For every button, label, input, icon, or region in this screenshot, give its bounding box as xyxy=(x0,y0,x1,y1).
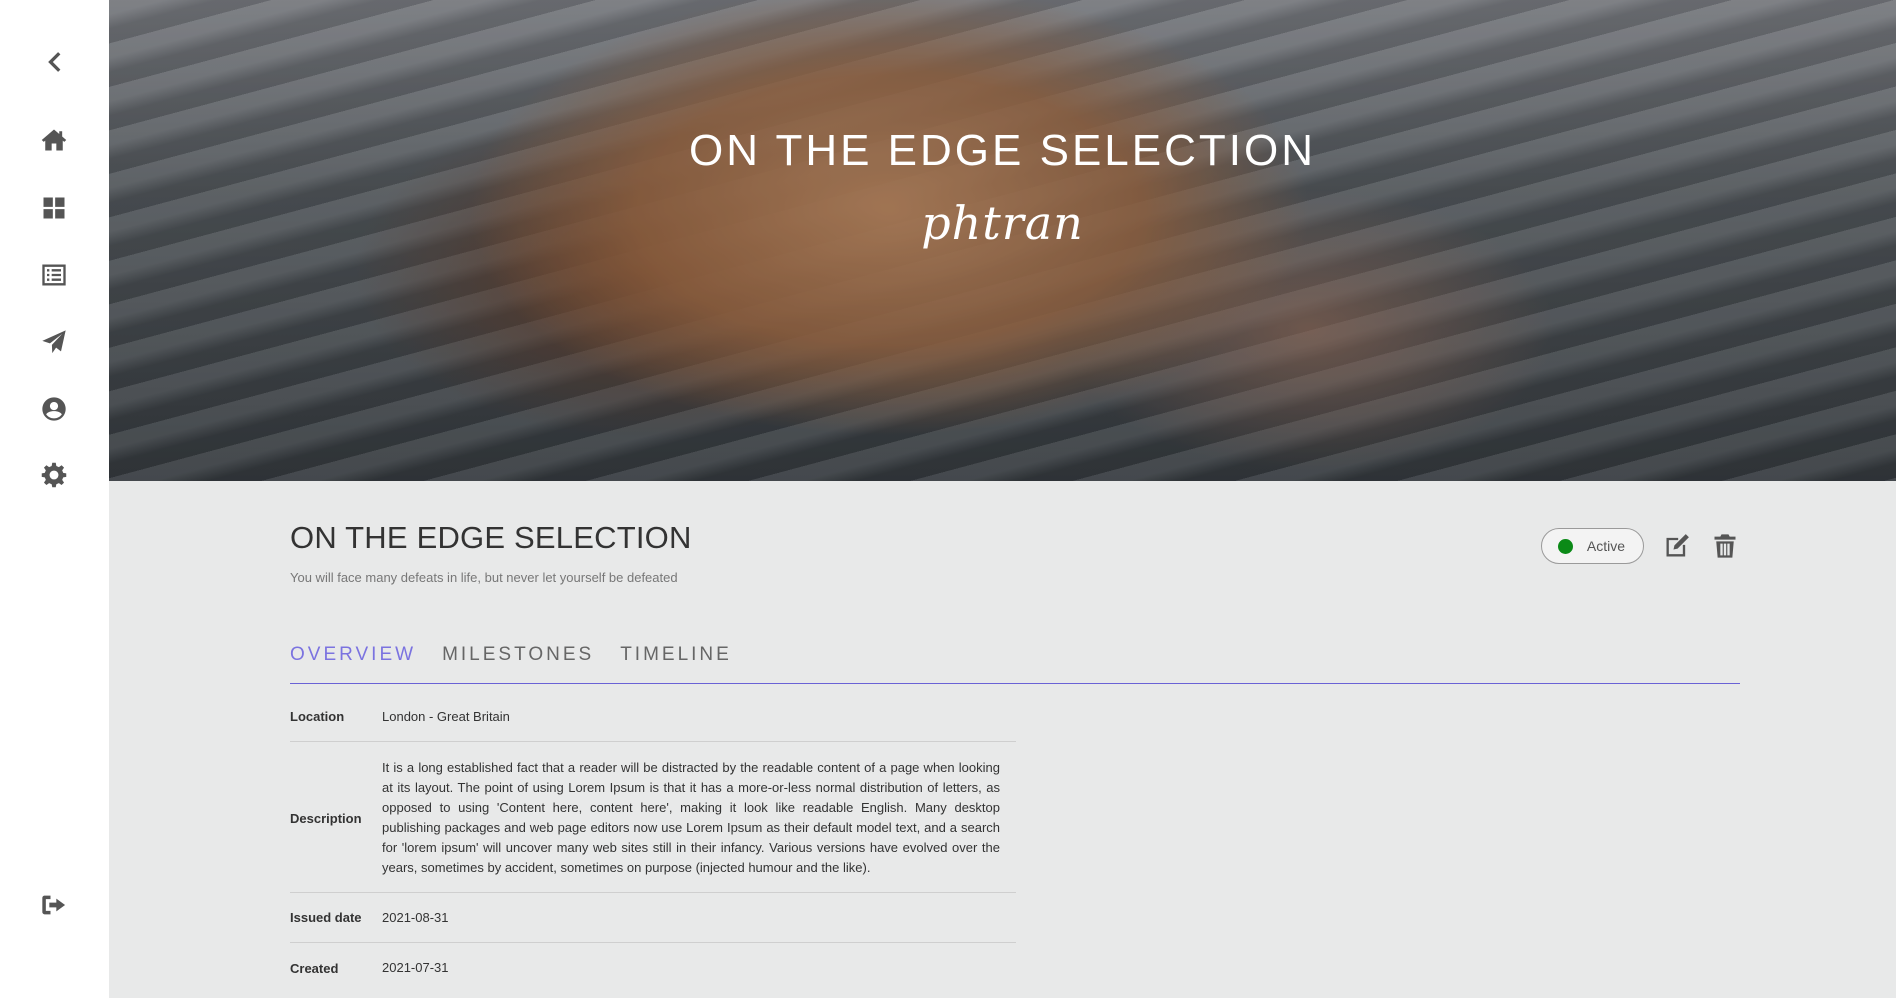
sidebar-item-list[interactable] xyxy=(34,255,74,295)
edit-icon xyxy=(1666,534,1689,557)
grid-icon xyxy=(43,197,65,219)
tab-overview[interactable]: OVERVIEW xyxy=(290,644,416,683)
gear-icon xyxy=(41,462,67,488)
sidebar-item-home[interactable] xyxy=(34,120,74,160)
hero-title: ON THE EDGE SELECTION xyxy=(689,126,1316,175)
status-label: Active xyxy=(1586,538,1625,554)
logout-button[interactable] xyxy=(34,885,74,925)
sidebar-item-send[interactable] xyxy=(34,322,74,362)
hero-banner: ON THE EDGE SELECTION phtran xyxy=(109,0,1896,481)
status-toggle[interactable]: Active xyxy=(1540,528,1644,564)
sidebar-item-dashboard[interactable] xyxy=(34,188,74,228)
detail-label: Issued date xyxy=(290,910,362,925)
edit-button[interactable] xyxy=(1662,531,1692,561)
project-actions: Active xyxy=(1540,528,1740,564)
detail-value-description: It is a long established fact that a rea… xyxy=(382,760,1000,875)
detail-row-issued-date: Issued date 2021-08-31 xyxy=(290,893,1016,943)
sign-out-icon xyxy=(42,895,66,915)
detail-value-created: 2021-07-31 xyxy=(382,960,449,975)
detail-row-description: Description It is a long established fac… xyxy=(290,742,1016,893)
sidebar xyxy=(0,0,109,998)
list-icon xyxy=(42,264,66,286)
page-subtitle: You will face many defeats in life, but … xyxy=(290,570,678,585)
project-detail: ON THE EDGE SELECTION You will face many… xyxy=(290,520,1740,976)
tab-timeline[interactable]: TIMELINE xyxy=(620,644,732,683)
tab-milestones[interactable]: MILESTONES xyxy=(442,644,594,683)
tab-bar: OVERVIEW MILESTONES TIMELINE xyxy=(290,644,1740,684)
paper-plane-icon xyxy=(42,330,66,354)
chevron-left-icon xyxy=(48,52,61,72)
sidebar-item-profile[interactable] xyxy=(34,389,74,429)
page-title: ON THE EDGE SELECTION xyxy=(290,520,692,555)
detail-row-location: Location London - Great Britain xyxy=(290,692,1016,742)
detail-row-created: Created 2021-07-31 xyxy=(290,943,1016,993)
detail-label: Location xyxy=(290,709,345,724)
home-icon xyxy=(41,129,67,151)
detail-label: Description xyxy=(290,810,362,826)
detail-label: Created xyxy=(290,960,339,976)
overview-details: Location London - Great Britain Descript… xyxy=(290,692,1016,993)
trash-icon xyxy=(1714,534,1736,558)
user-circle-icon xyxy=(42,397,66,421)
sidebar-item-settings[interactable] xyxy=(34,455,74,495)
delete-button[interactable] xyxy=(1710,531,1740,561)
detail-value-location: London - Great Britain xyxy=(382,708,510,724)
status-indicator xyxy=(1557,538,1573,554)
back-button[interactable] xyxy=(34,42,74,82)
detail-value-issued-date: 2021-08-31 xyxy=(382,909,449,925)
hero-signature: phtran xyxy=(921,196,1084,250)
